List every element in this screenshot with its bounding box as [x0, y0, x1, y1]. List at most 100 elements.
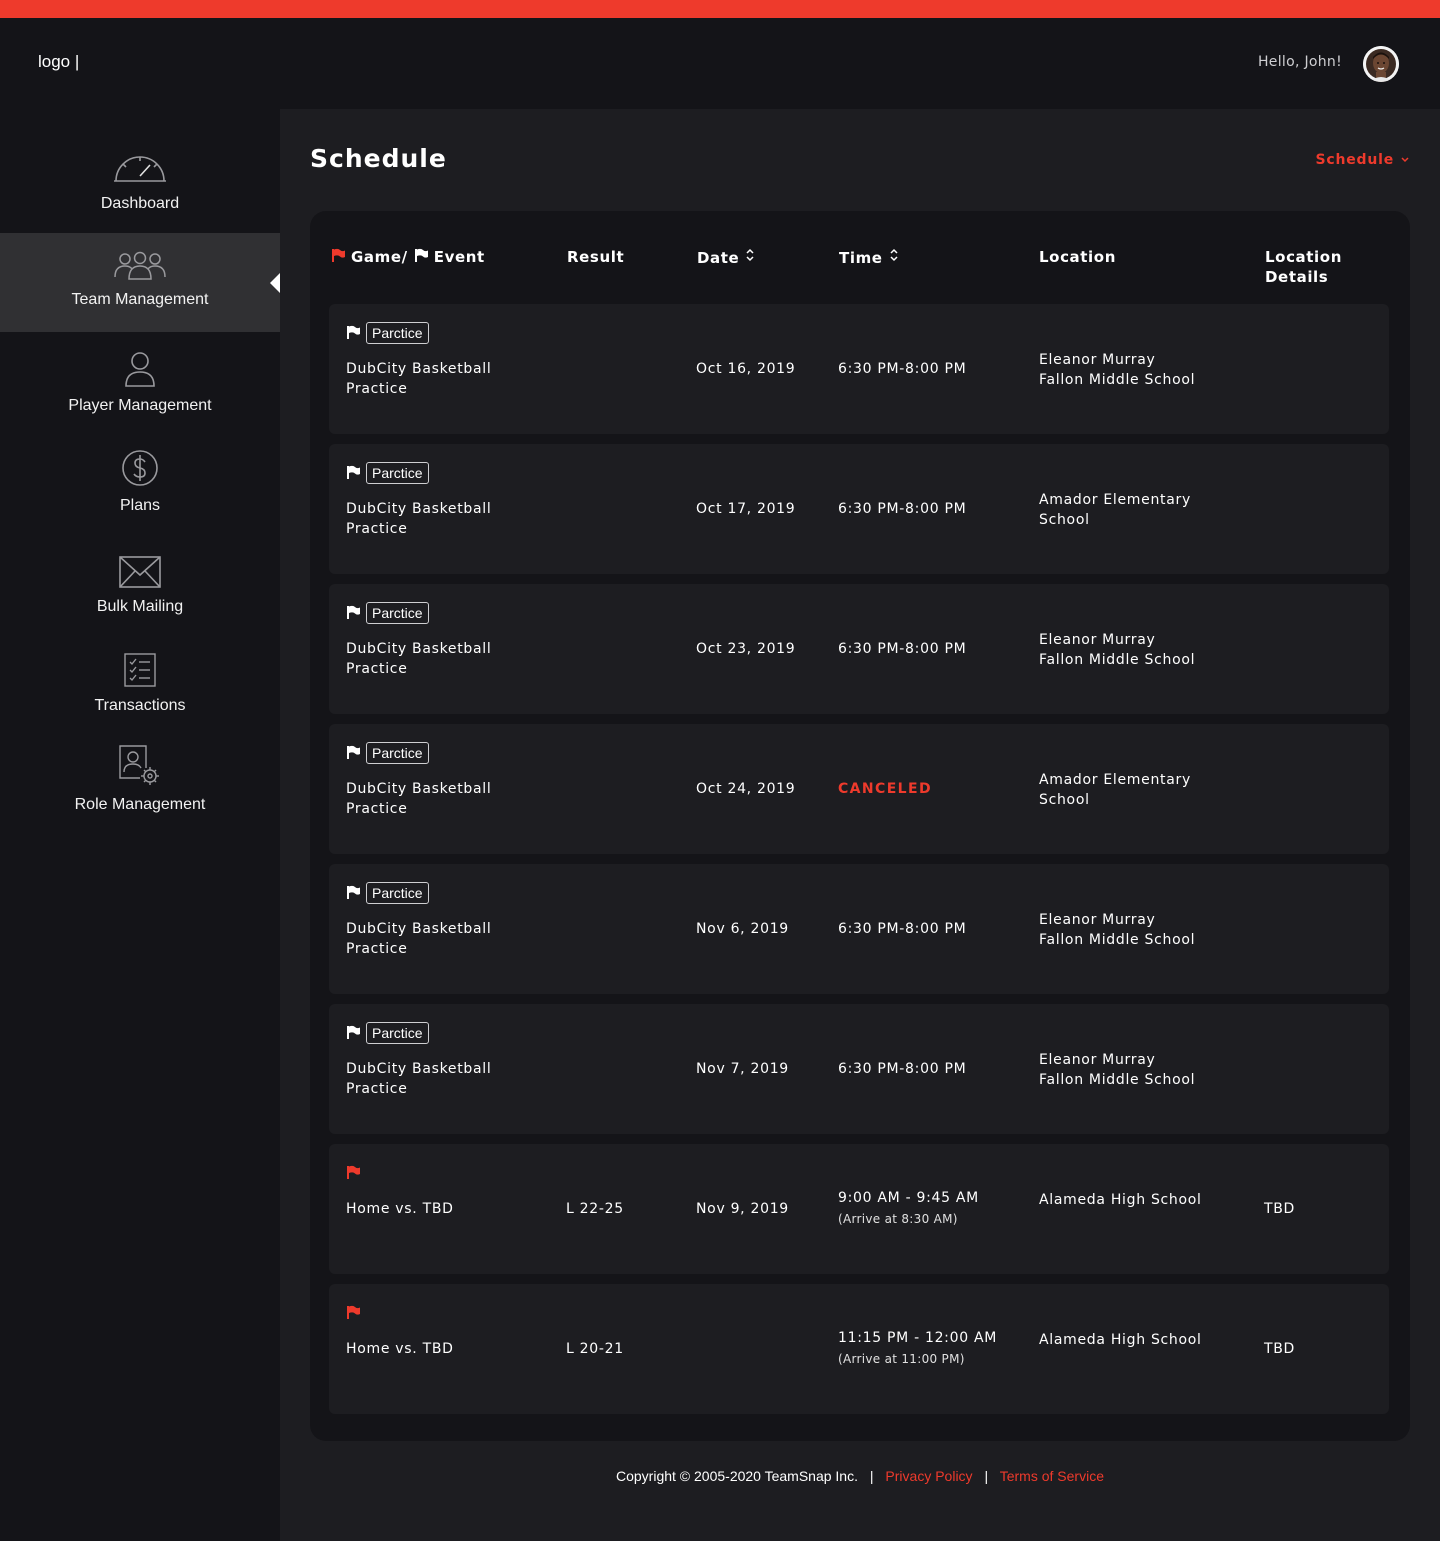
table-row[interactable]: Home vs. TBD L 20-21 11:15 PM - 12:00 AM (A… — [329, 1284, 1389, 1414]
event-time: 6:30 PM-8:00 PM — [838, 921, 967, 937]
footer-separator: | — [984, 1468, 989, 1484]
red-flag-icon — [346, 1304, 360, 1323]
sidebar-item-bulk-mailing[interactable]: Bulk Mailing — [0, 542, 280, 642]
event-name[interactable]: DubCity Basketball Practice — [346, 919, 526, 959]
event-date: Nov 7, 2019 — [696, 1061, 789, 1077]
event-type-tag: Parctice — [366, 462, 429, 484]
header-date-label: Date — [697, 248, 740, 267]
event-time: 9:00 AM - 9:45 AM — [838, 1190, 979, 1206]
event-type-tag: Parctice — [366, 602, 429, 624]
privacy-policy-link[interactable]: Privacy Policy — [885, 1468, 972, 1484]
event-name[interactable]: DubCity Basketball Practice — [346, 639, 526, 679]
event-location[interactable]: Alameda High School — [1039, 1190, 1204, 1210]
column-header-location-details: Location Details — [1265, 248, 1342, 286]
sidebar-item-label: Player Management — [68, 397, 212, 414]
event-location-details: TBD — [1264, 1201, 1296, 1217]
event-name[interactable]: DubCity Basketball Practice — [346, 779, 526, 819]
sidebar-item-team-management[interactable]: Team Management — [0, 233, 280, 332]
event-location[interactable]: Amador Elementary School — [1039, 490, 1204, 530]
event-time: 11:15 PM - 12:00 AM — [838, 1330, 998, 1346]
white-flag-icon — [346, 884, 360, 903]
sidebar-item-label: Team Management — [71, 291, 209, 308]
sidebar-item-label: Bulk Mailing — [96, 598, 184, 615]
top-accent-bar — [0, 0, 1440, 18]
dollar-circle-icon — [121, 441, 159, 487]
sidebar-item-label: Dashboard — [100, 195, 180, 212]
sidebar-item-plans[interactable]: Plans — [0, 441, 280, 541]
event-time: 6:30 PM-8:00 PM — [838, 361, 967, 377]
sidebar-item-transactions[interactable]: Transactions — [0, 641, 280, 741]
user-greeting: Hello, John! — [1257, 54, 1342, 70]
schedule-view-dropdown[interactable]: Schedule — [1315, 152, 1410, 168]
event-name[interactable]: DubCity Basketball Practice — [346, 1059, 526, 1099]
event-location[interactable]: Eleanor Murray Fallon Middle School — [1039, 910, 1204, 950]
event-type-tag: Parctice — [366, 742, 429, 764]
chevron-down-icon — [1400, 152, 1410, 168]
sidebar-item-role-management[interactable]: Role Management — [0, 740, 280, 840]
event-date: Nov 9, 2019 — [696, 1201, 789, 1217]
logo[interactable]: logo | — [38, 52, 79, 72]
column-header-game-event: Game/ Event — [331, 247, 485, 267]
white-flag-icon — [414, 247, 428, 267]
event-date: Nov 6, 2019 — [696, 921, 789, 937]
event-name[interactable]: Home vs. TBD — [346, 1199, 526, 1219]
event-location[interactable]: Eleanor Murray Fallon Middle School — [1039, 630, 1204, 670]
table-row[interactable]: Parctice DubCity Basketball Practice Oct 2… — [329, 584, 1389, 714]
header-event-label: Event — [433, 248, 485, 266]
envelope-icon — [119, 542, 161, 588]
sort-icon[interactable] — [889, 247, 899, 268]
event-arrive-time: (Arrive at 8:30 AM) — [838, 1212, 958, 1226]
event-location[interactable]: Alameda High School — [1039, 1330, 1204, 1350]
event-time: 6:30 PM-8:00 PM — [838, 641, 967, 657]
sort-icon[interactable] — [745, 247, 755, 268]
white-flag-icon — [346, 464, 360, 483]
team-icon — [113, 251, 167, 281]
terms-of-service-link[interactable]: Terms of Service — [1000, 1468, 1104, 1484]
event-date: Oct 16, 2019 — [696, 361, 796, 377]
view-select-label: Schedule — [1315, 152, 1394, 168]
event-location[interactable]: Eleanor Murray Fallon Middle School — [1039, 350, 1204, 390]
table-row[interactable]: Home vs. TBD L 22-25 Nov 9, 2019 9:00 AM - … — [329, 1144, 1389, 1274]
sidebar-item-player-management[interactable]: Player Management — [0, 341, 280, 441]
white-flag-icon — [346, 324, 360, 343]
column-header-time[interactable]: Time — [839, 247, 899, 268]
event-result: L 20-21 — [566, 1341, 624, 1357]
table-row[interactable]: Parctice DubCity Basketball Practice Oct 2… — [329, 724, 1389, 854]
event-arrive-time: (Arrive at 11:00 PM) — [838, 1352, 965, 1366]
event-location[interactable]: Amador Elementary School — [1039, 770, 1204, 810]
user-gear-icon — [118, 740, 162, 786]
schedule-panel: Game/ Event Result Date Time Location Lo… — [310, 211, 1410, 1441]
event-time: 6:30 PM-8:00 PM — [838, 501, 967, 517]
table-row[interactable]: Parctice DubCity Basketball Practice Oct 1… — [329, 444, 1389, 574]
header-game-label: Game/ — [351, 248, 408, 266]
event-time: 6:30 PM-8:00 PM — [838, 1061, 967, 1077]
event-location[interactable]: Eleanor Murray Fallon Middle School — [1039, 1050, 1204, 1090]
event-name[interactable]: DubCity Basketball Practice — [346, 499, 526, 539]
event-name[interactable]: Home vs. TBD — [346, 1339, 526, 1359]
speedometer-icon — [112, 139, 168, 185]
footer: Copyright © 2005-2020 TeamSnap Inc. | Pr… — [280, 1468, 1440, 1484]
event-date: Oct 23, 2019 — [696, 641, 796, 657]
checklist-icon — [124, 641, 156, 687]
event-date: Oct 24, 2019 — [696, 781, 796, 797]
event-name[interactable]: DubCity Basketball Practice — [346, 359, 526, 399]
table-row[interactable]: Parctice DubCity Basketball Practice Nov 6… — [329, 864, 1389, 994]
red-flag-icon — [346, 1164, 360, 1183]
table-row[interactable]: Parctice DubCity Basketball Practice Nov 7… — [329, 1004, 1389, 1134]
footer-separator: | — [869, 1468, 874, 1484]
red-flag-icon — [331, 247, 345, 267]
table-row[interactable]: Parctice DubCity Basketball Practice Oct 1… — [329, 304, 1389, 434]
event-date: Oct 17, 2019 — [696, 501, 796, 517]
column-header-location: Location — [1039, 248, 1116, 266]
event-type-tag: Parctice — [366, 322, 429, 344]
app-header: logo | Hello, John! — [0, 18, 1440, 109]
avatar[interactable] — [1363, 46, 1399, 82]
white-flag-icon — [346, 1024, 360, 1043]
event-type-tag: Parctice — [366, 882, 429, 904]
sidebar-item-label: Role Management — [74, 796, 206, 813]
column-header-date[interactable]: Date — [697, 247, 755, 268]
header-time-label: Time — [839, 248, 883, 267]
event-type-tag: Parctice — [366, 1022, 429, 1044]
sidebar-item-dashboard[interactable]: Dashboard — [0, 139, 280, 239]
event-location-details: TBD — [1264, 1341, 1296, 1357]
